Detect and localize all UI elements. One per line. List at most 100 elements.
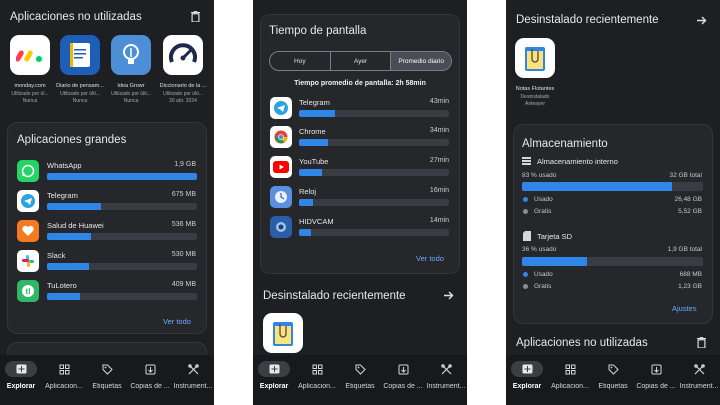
- large-app-size: 530 MB: [171, 251, 196, 258]
- internal-storage-label: Almacenamiento interno: [537, 157, 618, 166]
- chrome-icon: [270, 126, 292, 148]
- explore-icon: [5, 361, 37, 377]
- large-app-bar: [47, 173, 197, 180]
- unused-app-date: Nunca: [72, 98, 88, 104]
- nav-tools[interactable]: Instrument...: [172, 361, 214, 390]
- nav-backups[interactable]: Copias de ...: [129, 361, 171, 390]
- sd-card-label: Tarjeta SD: [537, 232, 573, 241]
- large-app-size: 1,9 GB: [174, 161, 196, 168]
- clock-icon: [270, 186, 292, 208]
- tab-today[interactable]: Hoy: [270, 52, 331, 70]
- screen-time-title: Tiempo de pantalla: [269, 25, 367, 37]
- internal-free-label: Gratis: [534, 208, 552, 215]
- usage-app-time: 27min: [429, 157, 449, 164]
- usage-app-bar: [299, 139, 449, 146]
- screen-screen-time: Tiempo de pantalla Hoy Ayer Promedio dia…: [253, 0, 467, 405]
- bottom-nav: Explorar Aplicacion... Etiquetas Copias …: [253, 355, 467, 405]
- sd-used-pct: 36 % usado: [522, 246, 557, 253]
- tools-icon: [683, 361, 715, 377]
- large-app-size: 675 MB: [171, 191, 196, 198]
- unused-apps-title: Aplicaciones no utilizadas: [516, 337, 648, 349]
- storage-settings-link[interactable]: Ajustes: [672, 304, 697, 313]
- nav-tools[interactable]: Instrument...: [425, 361, 467, 390]
- youtube-icon: [270, 156, 292, 178]
- telegram-icon: [270, 97, 292, 119]
- nav-label: Copias de ...: [636, 383, 676, 390]
- nav-backups[interactable]: Copias de ...: [635, 361, 677, 390]
- storage-card: [513, 124, 713, 324]
- nav-backups[interactable]: Copias de ...: [382, 361, 424, 390]
- screen-explore-unused-large: Aplicaciones no utilizadas monday.com Ut…: [0, 0, 214, 405]
- trash-icon[interactable]: [697, 337, 706, 348]
- nav-explore[interactable]: Explorar: [253, 361, 295, 390]
- tag-icon: [344, 361, 376, 377]
- sd-used-label: Usado: [534, 271, 553, 278]
- nav-label: Explorar: [512, 383, 542, 390]
- large-app-name: TuLotero: [47, 281, 77, 290]
- usage-app-bar: [299, 229, 449, 236]
- diary-app-icon[interactable]: [60, 35, 100, 75]
- large-app-bar: [47, 263, 197, 270]
- sd-total: 1,9 GB total: [667, 246, 702, 253]
- nav-label: Copias de ...: [130, 383, 170, 390]
- tools-icon: [430, 361, 462, 377]
- trash-icon[interactable]: [191, 11, 200, 22]
- monday-app-icon[interactable]: [10, 35, 50, 75]
- whatsapp-icon: [17, 160, 39, 182]
- usage-app-time: 14min: [429, 217, 449, 224]
- dictionary-app-icon[interactable]: [163, 35, 203, 75]
- unused-apps-title: Aplicaciones no utilizadas: [10, 11, 142, 23]
- unused-app-sub: Utilizado por úl...: [11, 91, 49, 97]
- bottom-nav: Explorar Aplicacion... Etiquetas Copias …: [506, 355, 720, 405]
- usage-app-name: HIDVCAM: [299, 217, 334, 226]
- floating-notes-icon[interactable]: [263, 313, 303, 353]
- nav-explore[interactable]: Explorar: [0, 361, 42, 390]
- tulotero-icon: tl: [17, 280, 39, 302]
- usage-app-bar: [299, 110, 449, 117]
- nav-tools[interactable]: Instrument...: [678, 361, 720, 390]
- large-app-size: 536 MB: [171, 221, 196, 228]
- view-all-screen-time-link[interactable]: Ver todo: [416, 254, 444, 263]
- internal-free-value: 5,52 GB: [678, 208, 702, 215]
- arrow-right-icon[interactable]: [696, 15, 707, 26]
- recently-uninstalled-title: Desinstalado recientemente: [263, 290, 406, 302]
- unused-app-sub: Utilizado por últi...: [60, 91, 100, 97]
- unused-app-date: 20 abr. 2024: [169, 98, 197, 104]
- unused-app-sub: Utilizado por últi...: [163, 91, 203, 97]
- large-app-name: WhatsApp: [47, 161, 82, 170]
- bottom-nav: Explorar Aplicacion... Etiquetas Copias …: [0, 355, 214, 405]
- nav-tags[interactable]: Etiquetas: [86, 361, 128, 390]
- lightbulb-app-icon[interactable]: [111, 35, 151, 75]
- nav-explore[interactable]: Explorar: [506, 361, 548, 390]
- internal-used-label: Usado: [534, 196, 553, 203]
- used-legend-dot: [523, 272, 528, 277]
- arrow-right-icon[interactable]: [443, 290, 454, 301]
- nav-apps[interactable]: Aplicacion...: [296, 361, 338, 390]
- svg-text:tl: tl: [26, 287, 31, 296]
- nav-tags[interactable]: Etiquetas: [339, 361, 381, 390]
- nav-apps[interactable]: Aplicacion...: [43, 361, 85, 390]
- nav-apps[interactable]: Aplicacion...: [549, 361, 591, 390]
- floating-notes-icon[interactable]: [515, 38, 555, 78]
- camera-icon: [270, 216, 292, 238]
- tools-icon: [177, 361, 209, 377]
- used-legend-dot: [523, 197, 528, 202]
- view-all-large-apps-link[interactable]: Ver todo: [163, 317, 191, 326]
- tab-daily-average[interactable]: Promedio diario: [391, 52, 451, 70]
- nav-label: Instrument...: [679, 383, 719, 390]
- huawei-health-icon: [17, 220, 39, 242]
- recently-uninstalled-title: Desinstalado recientemente: [516, 14, 659, 26]
- nav-label: Explorar: [6, 383, 36, 390]
- tab-yesterday[interactable]: Ayer: [331, 52, 392, 70]
- slack-icon: [17, 250, 39, 272]
- nav-tags[interactable]: Etiquetas: [592, 361, 634, 390]
- usage-app-name: Telegram: [299, 98, 330, 107]
- unused-app-name: Diario de pensam...: [56, 83, 104, 89]
- usage-app-name: Reloj: [299, 187, 317, 196]
- usage-app-bar: [299, 169, 449, 176]
- tag-icon: [597, 361, 629, 377]
- large-app-name: Slack: [47, 251, 66, 260]
- large-app-size: 409 MB: [171, 281, 196, 288]
- backup-icon: [387, 361, 419, 377]
- nav-label: Etiquetas: [598, 383, 628, 390]
